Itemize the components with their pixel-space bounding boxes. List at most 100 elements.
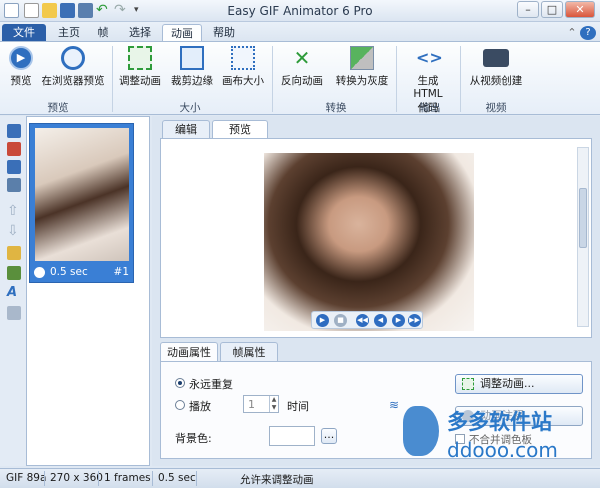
- play-count-stepper[interactable]: 1 ▲ ▼: [243, 395, 279, 413]
- play-count-radio[interactable]: [175, 400, 185, 410]
- ribbon-tabs: 文件 主页 帧 选择 动画 帮助 ⌃ ?: [0, 22, 600, 42]
- tab-frame[interactable]: 帧: [88, 24, 118, 42]
- clock-icon: [34, 267, 45, 278]
- scrollbar-thumb[interactable]: [579, 188, 587, 248]
- grayscale-button[interactable]: 转换为灰度: [334, 46, 390, 88]
- tab-help[interactable]: 帮助: [206, 24, 242, 42]
- status-separator: [98, 471, 99, 486]
- tab-animation-properties[interactable]: 动画属性: [160, 342, 218, 361]
- crop-button[interactable]: 裁剪边缘: [168, 46, 216, 88]
- tab-animation[interactable]: 动画: [162, 24, 202, 42]
- playback-controls: ▶ ■ ◀◀ ◀ ▶ ▶▶: [311, 311, 423, 329]
- times-label: 时间: [287, 400, 309, 413]
- video-camera-icon: [483, 49, 509, 67]
- resize-icon: [462, 378, 474, 390]
- from-video-label: 从视频创建: [469, 75, 523, 87]
- crop-icon: [180, 46, 204, 70]
- frame-duration: 0.5 sec: [50, 266, 88, 278]
- canvas-size-label: 画布大小: [222, 75, 264, 87]
- shuffle-icon: ✕: [293, 46, 311, 70]
- preview-image: [264, 153, 474, 331]
- group-label-video: 视频: [485, 102, 507, 114]
- canvas-icon: [231, 46, 255, 70]
- reverse-button[interactable]: ✕ 反向动画: [278, 46, 326, 88]
- layers-icon[interactable]: [7, 306, 21, 320]
- preview-button[interactable]: ▶ 预览: [6, 46, 36, 88]
- tab-frame-properties[interactable]: 帧属性: [220, 342, 278, 361]
- next-frame-icon[interactable]: ▶: [392, 314, 405, 327]
- minimize-button[interactable]: –: [517, 1, 539, 18]
- browse-color-button[interactable]: ...: [321, 428, 337, 444]
- resize-animation-button[interactable]: 调整动画: [116, 46, 164, 88]
- title-bar: ↶ ↷ ▾ Easy GIF Animator 6 Pro – □ ✕: [0, 0, 600, 22]
- last-frame-icon[interactable]: ▶▶: [408, 314, 421, 327]
- frame-item[interactable]: 0.5 sec #1: [29, 123, 134, 283]
- reverse-label: 反向动画: [281, 75, 323, 87]
- status-duration: 0.5 sec: [158, 472, 196, 484]
- close-button[interactable]: ✕: [565, 1, 595, 18]
- ribbon-separator: [460, 46, 461, 112]
- move-down-icon[interactable]: ⇩: [7, 224, 21, 238]
- window-title: Easy GIF Animator 6 Pro: [227, 4, 373, 18]
- first-frame-icon[interactable]: ◀◀: [356, 314, 369, 327]
- frame-thumbnail: [35, 128, 129, 261]
- preview-browser-button[interactable]: 在浏览器预览: [40, 46, 106, 88]
- duplicate-frame-icon[interactable]: [7, 160, 21, 174]
- watermark: 多多软件站 ddooo.com: [395, 400, 595, 470]
- play-icon[interactable]: ▶: [316, 314, 329, 327]
- status-hint: 允许来调整动画: [240, 474, 314, 486]
- tab-home[interactable]: 主页: [52, 24, 86, 42]
- status-bar: GIF 89a 270 x 360 1 frames 0.5 sec 允许来调整…: [0, 468, 600, 488]
- ribbon-minimize-icon[interactable]: ⌃: [565, 24, 579, 42]
- bgcolor-label: 背景色:: [175, 432, 212, 445]
- preview-browser-label: 在浏览器预览: [41, 75, 105, 87]
- status-separator: [196, 471, 197, 486]
- delete-frame-icon[interactable]: [7, 142, 21, 156]
- bgcolor-swatch[interactable]: [269, 426, 315, 446]
- previous-frame-icon[interactable]: ◀: [374, 314, 387, 327]
- play-icon: ▶: [9, 46, 33, 70]
- tab-select[interactable]: 选择: [122, 24, 158, 42]
- tab-preview[interactable]: 预览: [212, 120, 268, 138]
- group-label-convert: 转换: [325, 102, 347, 114]
- resize-icon: [128, 46, 152, 70]
- copy-frame-icon[interactable]: [7, 178, 21, 192]
- stepper-arrows-icon[interactable]: ▲ ▼: [269, 396, 278, 412]
- status-size: 270 x 360: [50, 472, 103, 484]
- tab-edit[interactable]: 编辑: [162, 120, 210, 138]
- preview-button-label: 预览: [10, 75, 32, 87]
- maximize-button[interactable]: □: [541, 1, 563, 18]
- insert-frame-icon[interactable]: [7, 124, 21, 138]
- repeat-forever-radio[interactable]: [175, 378, 185, 388]
- play-count-label: 播放: [189, 400, 211, 413]
- from-video-button[interactable]: 从视频创建: [466, 46, 526, 88]
- magnifier-icon: [61, 46, 85, 70]
- html-code-label-1: 生成 HTML: [413, 75, 443, 100]
- edit-frame-icon[interactable]: [7, 246, 21, 260]
- effects-icon[interactable]: [7, 266, 21, 280]
- text-icon[interactable]: A: [7, 286, 21, 300]
- watermark-name: 多多软件站: [447, 410, 552, 434]
- canvas-size-button[interactable]: 画布大小: [220, 46, 266, 88]
- play-count-value: 1: [248, 398, 255, 411]
- crop-label: 裁剪边缘: [171, 75, 213, 87]
- move-up-icon[interactable]: ⇧: [7, 204, 21, 218]
- group-label-size: 大小: [179, 102, 201, 114]
- status-separator: [152, 471, 153, 486]
- ribbon-panel: ▶ 预览 在浏览器预览 调整动画 裁剪边缘 画布大小 ✕ 反向动画 转换为灰度 …: [0, 41, 600, 115]
- status-separator: [44, 471, 45, 486]
- frames-panel: 0.5 sec #1: [26, 116, 150, 466]
- frame-toolbar: ⇧ ⇩ A: [0, 116, 26, 466]
- watermark-url: ddooo.com: [447, 438, 558, 462]
- watermark-logo: [403, 406, 439, 456]
- ribbon-separator: [272, 46, 273, 112]
- status-frames: 1 frames: [104, 472, 151, 484]
- preview-pane: ▶ ■ ◀◀ ◀ ▶ ▶▶: [160, 138, 592, 338]
- ribbon-separator: [396, 46, 397, 112]
- grayscale-icon: [350, 46, 374, 70]
- tab-file[interactable]: 文件: [2, 24, 46, 42]
- stop-icon[interactable]: ■: [334, 314, 347, 327]
- preview-scrollbar[interactable]: [577, 147, 589, 327]
- resize-animation-dialog-button[interactable]: 调整动画...: [455, 374, 583, 394]
- help-icon[interactable]: ?: [580, 26, 596, 40]
